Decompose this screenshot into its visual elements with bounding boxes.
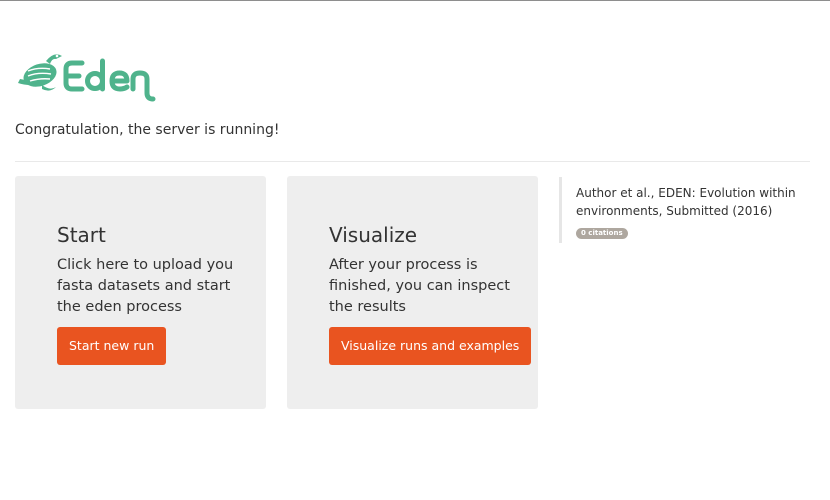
citations-badge: 0 citations: [576, 228, 628, 239]
eden-logo-icon: [18, 54, 156, 102]
visualize-runs-button[interactable]: Visualize runs and examples: [329, 327, 532, 365]
start-card-title: Start: [57, 223, 106, 247]
visualize-card-title: Visualize: [329, 223, 418, 247]
start-new-run-button[interactable]: Start new run: [57, 327, 167, 365]
start-card: Start Click here to upload you fasta dat…: [15, 176, 266, 409]
visualize-card-description: After your process is finished, you can …: [329, 257, 510, 315]
visualize-card: Visualize After your process is finished…: [287, 176, 538, 409]
server-status-message: Congratulation, the server is running!: [15, 122, 280, 138]
start-card-description: Click here to upload you fasta datasets …: [57, 257, 234, 315]
citation-block: Author et al., EDEN: Evolution within en…: [559, 177, 810, 243]
divider: [15, 161, 810, 162]
citation-text: Author et al., EDEN: Evolution within en…: [576, 186, 796, 218]
eden-logo: [16, 49, 161, 105]
